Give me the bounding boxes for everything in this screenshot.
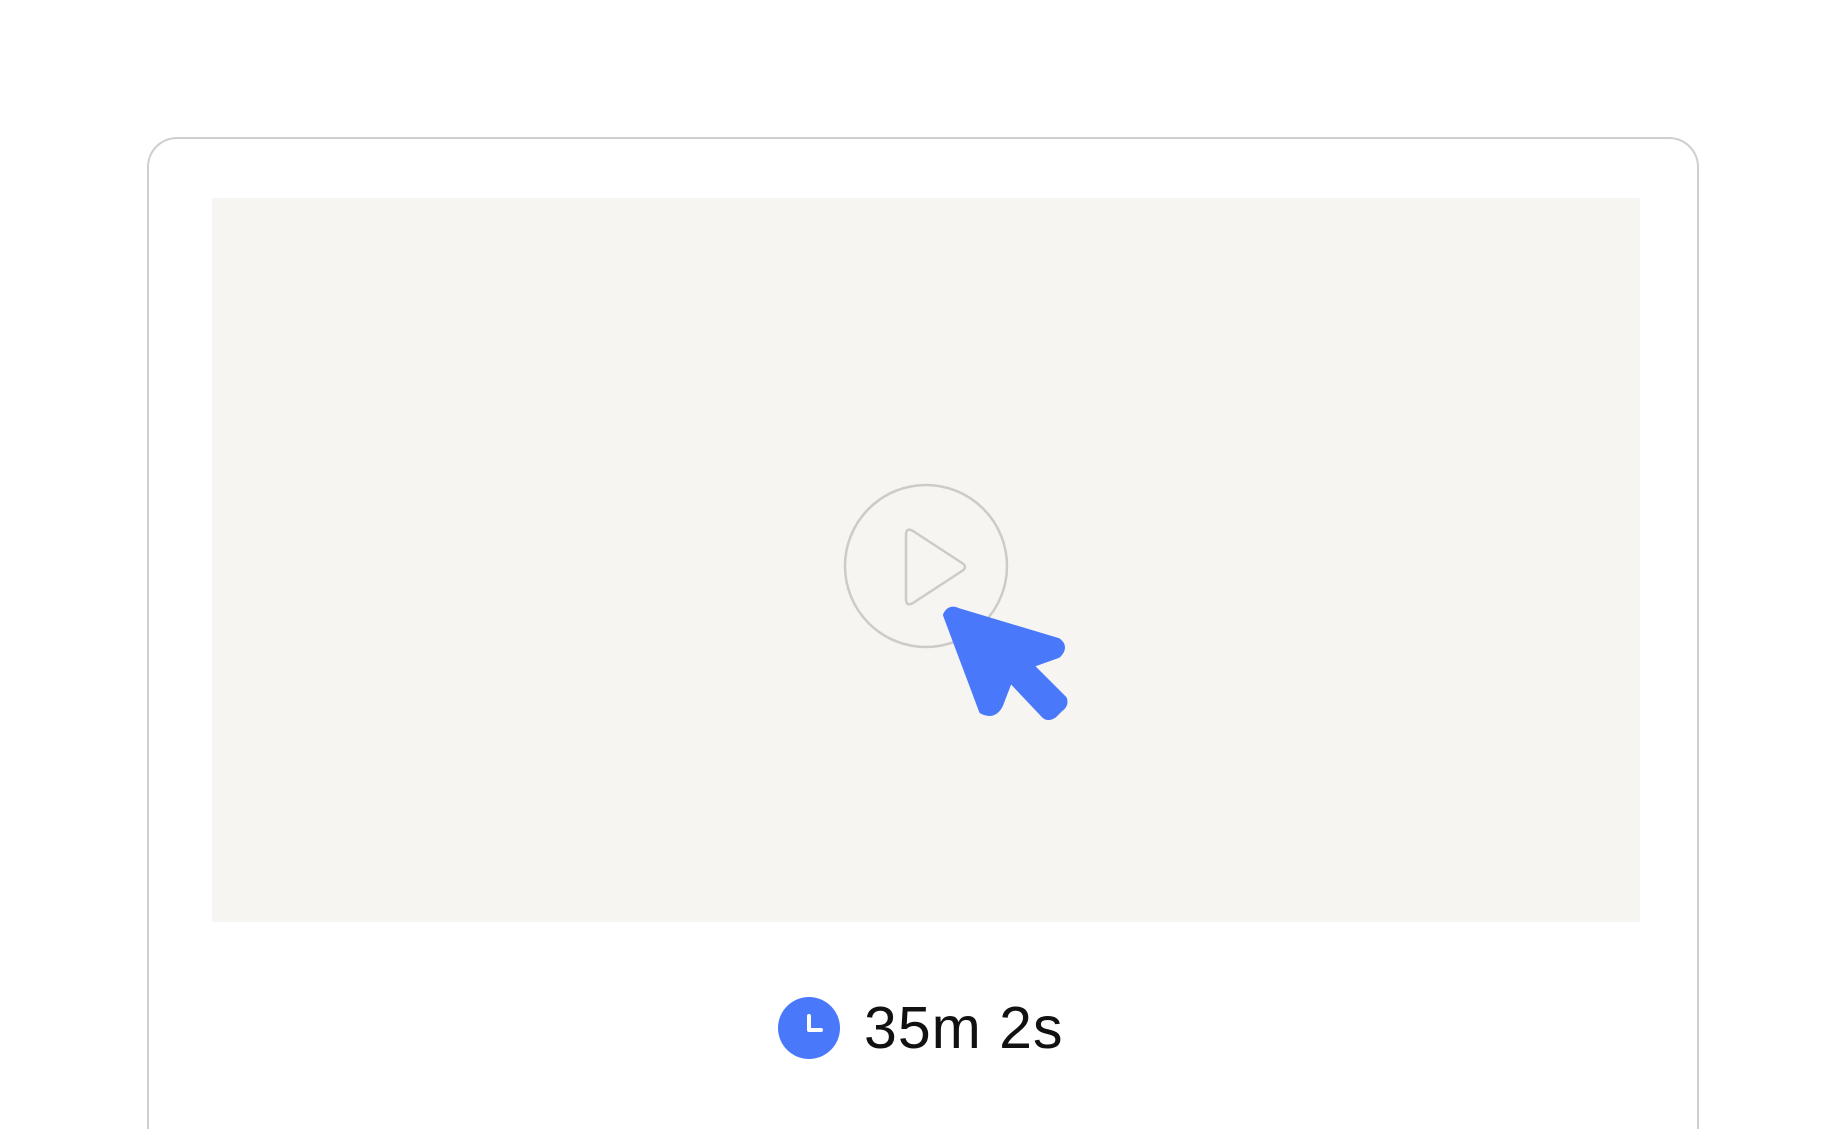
cursor-arrow-icon: [938, 605, 1072, 733]
page: 35m 2s: [0, 0, 1847, 1129]
clock-icon: [778, 997, 840, 1059]
duration-display: 35m 2s: [778, 996, 1063, 1060]
duration-value: 35m 2s: [864, 995, 1064, 1061]
